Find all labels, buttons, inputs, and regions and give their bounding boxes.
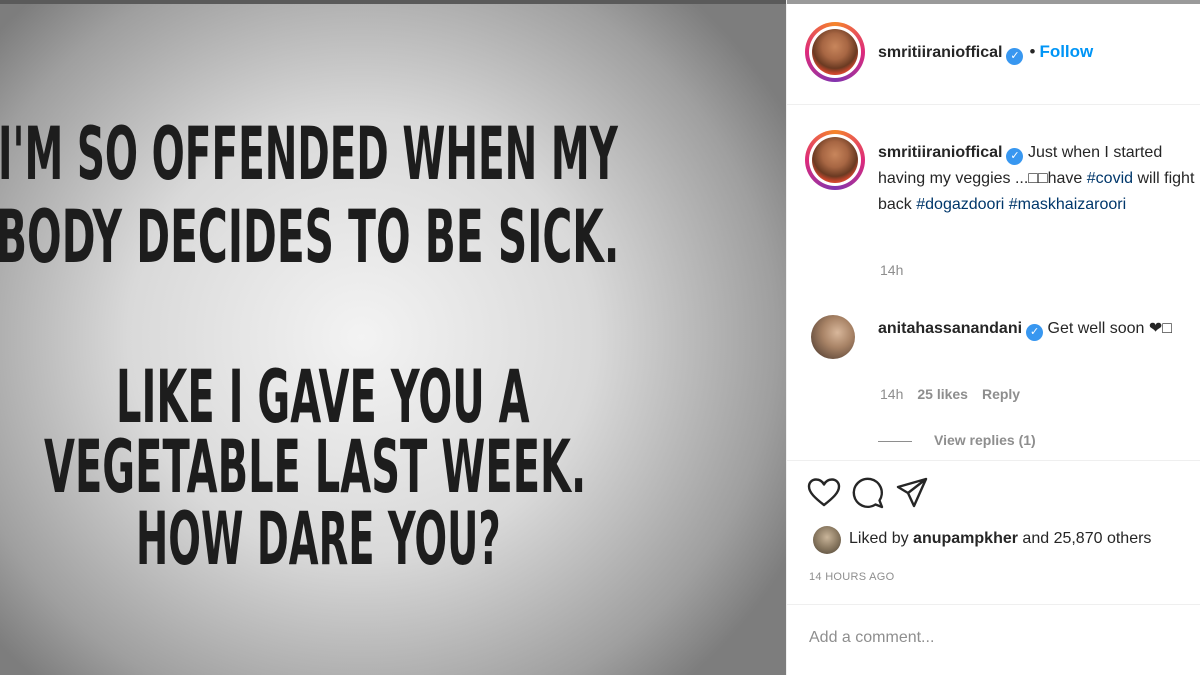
share-icon[interactable] bbox=[895, 476, 929, 510]
liked-by-suffix: and 25,870 others bbox=[1022, 530, 1152, 547]
post-timestamp[interactable]: 14 HOURS AGO bbox=[809, 571, 895, 583]
verified-badge-icon: ✓ bbox=[1006, 48, 1024, 65]
separator-dot: • bbox=[1029, 42, 1036, 61]
verified-badge-icon: ✓ bbox=[1026, 324, 1044, 341]
liked-by-prefix: Liked by bbox=[849, 530, 909, 547]
view-replies-button[interactable]: View replies (1) bbox=[878, 432, 1036, 448]
commenter-avatar[interactable] bbox=[811, 315, 855, 359]
post-side-panel: smritiiranioffical ✓ • Follow smritiiraniof… bbox=[786, 0, 1200, 675]
replies-line bbox=[878, 440, 912, 442]
comment-timestamp[interactable]: 14h bbox=[880, 386, 903, 402]
hashtag-dogazdoori[interactable]: #dogazdoori bbox=[916, 196, 1004, 213]
header-divider bbox=[787, 104, 1200, 105]
post-caption: smritiiranioffical ✓ Just when I started … bbox=[878, 140, 1196, 218]
comment-meta: 14h 25 likes Reply bbox=[880, 386, 1034, 402]
comment-icon[interactable] bbox=[851, 476, 885, 510]
meme-text-line-1: I'M SO OFFENDED WHEN MY bbox=[0, 112, 618, 197]
author-username[interactable]: smritiiranioffical bbox=[878, 44, 1002, 61]
actions-divider bbox=[787, 460, 1200, 461]
caption-timestamp[interactable]: 14h bbox=[880, 262, 903, 278]
commenter-username[interactable]: anitahassanandani bbox=[878, 320, 1022, 337]
hashtag-covid[interactable]: #covid bbox=[1087, 170, 1133, 187]
post-header: smritiiranioffical ✓ • Follow bbox=[878, 42, 1093, 65]
view-replies-label: View replies (1) bbox=[934, 432, 1036, 448]
comment: anitahassanandani ✓ Get well soon ❤□ bbox=[878, 315, 1188, 342]
top-bar bbox=[787, 0, 1200, 4]
heart-icon[interactable] bbox=[807, 476, 841, 510]
caption-author-avatar[interactable] bbox=[805, 130, 865, 190]
follow-button[interactable]: Follow bbox=[1039, 42, 1093, 61]
meme-text-line-5: HOW DARE YOU? bbox=[136, 497, 501, 582]
comment-text: Get well soon ❤□ bbox=[1047, 320, 1172, 337]
caption-username[interactable]: smritiiranioffical bbox=[878, 144, 1002, 161]
verified-badge-icon: ✓ bbox=[1006, 148, 1024, 165]
post-image[interactable]: I'M SO OFFENDED WHEN MY BODY DECIDES TO … bbox=[0, 0, 786, 675]
liker-avatar[interactable] bbox=[813, 526, 841, 554]
likes-summary[interactable]: Liked by anupampkher and 25,870 others bbox=[849, 530, 1151, 548]
add-comment-input[interactable]: Add a comment... bbox=[809, 629, 934, 647]
comment-likes[interactable]: 25 likes bbox=[917, 386, 968, 402]
author-avatar[interactable] bbox=[805, 22, 865, 82]
hashtag-maskhaizaroori[interactable]: #maskhaizaroori bbox=[1009, 196, 1126, 213]
reply-button[interactable]: Reply bbox=[982, 386, 1020, 402]
comment-divider bbox=[787, 604, 1200, 605]
meme-text-line-2: BODY DECIDES TO BE SICK. bbox=[0, 195, 620, 280]
liked-by-user[interactable]: anupampkher bbox=[913, 530, 1018, 547]
